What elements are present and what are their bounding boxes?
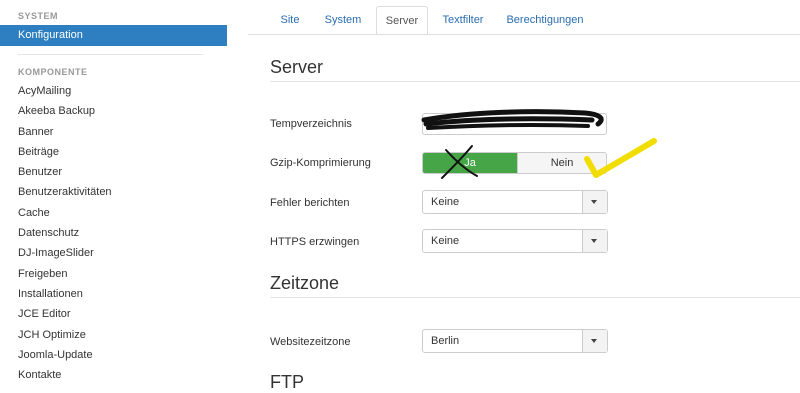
tab-textfilter[interactable]: Textfilter bbox=[432, 6, 494, 34]
sidebar-item-konfiguration[interactable]: Konfiguration bbox=[0, 25, 227, 46]
tab-berechtigungen[interactable]: Berechtigungen bbox=[498, 6, 592, 34]
config-tabs: Site System Server Textfilter Berechtigu… bbox=[270, 6, 800, 35]
sidebar-item[interactable]: Freigeben bbox=[18, 267, 112, 287]
timezone-label: Websitezeitzone bbox=[270, 336, 351, 348]
sidebar-item[interactable]: JCE Editor bbox=[18, 307, 112, 327]
temp-dir-input[interactable] bbox=[422, 113, 607, 135]
sidebar-component-list: AcyMailing Akeeba Backup Banner Beiträge… bbox=[18, 84, 112, 388]
gzip-label: Gzip-Komprimierung bbox=[270, 157, 371, 169]
timezone-select[interactable]: Berlin bbox=[422, 329, 608, 353]
sidebar-item[interactable]: Banner bbox=[18, 125, 112, 145]
tab-system[interactable]: System bbox=[314, 6, 372, 34]
https-value: Keine bbox=[431, 235, 460, 247]
sidebar-item[interactable]: Datenschutz bbox=[18, 226, 112, 246]
temp-dir-label: Tempverzeichnis bbox=[270, 118, 352, 130]
sidebar-item[interactable]: Beiträge bbox=[18, 145, 112, 165]
tab-server[interactable]: Server bbox=[376, 6, 428, 35]
error-report-dropdown-button[interactable] bbox=[582, 191, 607, 213]
gzip-yes-option[interactable]: Ja bbox=[423, 153, 517, 173]
gzip-no-option[interactable]: Nein bbox=[517, 153, 606, 173]
caret-down-icon bbox=[591, 239, 597, 243]
sidebar-item[interactable]: Akeeba Backup bbox=[18, 104, 112, 124]
error-report-label: Fehler berichten bbox=[270, 197, 350, 209]
sidebar-item[interactable]: JCH Optimize bbox=[18, 328, 112, 348]
https-dropdown-button[interactable] bbox=[582, 230, 607, 252]
tabs-underline bbox=[248, 34, 800, 35]
https-select[interactable]: Keine bbox=[422, 229, 608, 253]
section-divider bbox=[270, 297, 800, 298]
timezone-value: Berlin bbox=[431, 335, 460, 347]
error-report-select[interactable]: Keine bbox=[422, 190, 608, 214]
caret-down-icon bbox=[591, 339, 597, 343]
sidebar-heading-components: KOMPONENTE bbox=[18, 67, 88, 77]
sidebar-item[interactable]: Kontakte bbox=[18, 368, 112, 388]
sidebar-heading-system: SYSTEM bbox=[18, 11, 59, 21]
error-report-value: Keine bbox=[431, 196, 460, 208]
sidebar-item[interactable]: Benutzer bbox=[18, 165, 112, 185]
https-label: HTTPS erzwingen bbox=[270, 236, 360, 248]
tab-site[interactable]: Site bbox=[270, 6, 310, 34]
section-divider bbox=[270, 81, 800, 82]
section-title-server: Server bbox=[270, 57, 324, 77]
section-title-timezone: Zeitzone bbox=[270, 273, 340, 293]
gzip-toggle[interactable]: Ja Nein bbox=[422, 152, 607, 174]
sidebar: SYSTEM Konfiguration KOMPONENTE AcyMaili… bbox=[0, 0, 227, 382]
timezone-dropdown-button[interactable] bbox=[582, 330, 607, 352]
sidebar-item[interactable]: Benutzeraktivitäten bbox=[18, 185, 112, 205]
section-title-ftp: FTP bbox=[270, 372, 304, 392]
sidebar-item[interactable]: Joomla-Update bbox=[18, 348, 112, 368]
sidebar-divider bbox=[18, 54, 203, 55]
caret-down-icon bbox=[591, 200, 597, 204]
sidebar-item[interactable]: DJ-ImageSlider bbox=[18, 246, 112, 266]
sidebar-item[interactable]: AcyMailing bbox=[18, 84, 112, 104]
sidebar-item[interactable]: Cache bbox=[18, 206, 112, 226]
sidebar-item[interactable]: Installationen bbox=[18, 287, 112, 307]
main-content: Site System Server Textfilter Berechtigu… bbox=[248, 0, 800, 392]
